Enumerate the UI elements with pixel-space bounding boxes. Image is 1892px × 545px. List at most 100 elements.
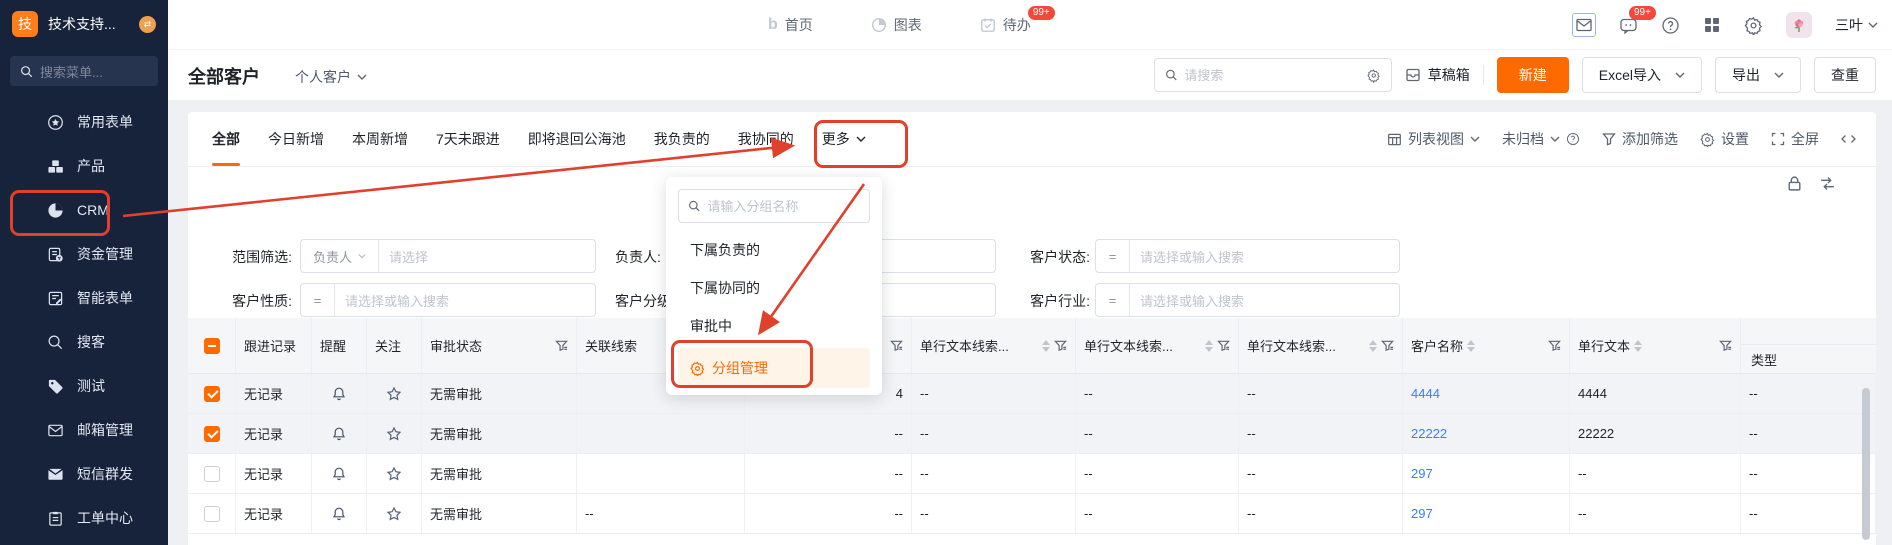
- search-settings-gear-icon[interactable]: [1367, 68, 1380, 83]
- column-filter-icon[interactable]: [1381, 339, 1394, 352]
- export-button[interactable]: 导出: [1715, 57, 1801, 93]
- col-remind[interactable]: 提醒: [312, 318, 367, 373]
- star-icon[interactable]: [386, 426, 402, 442]
- col-type[interactable]: 类型: [1741, 318, 1876, 373]
- sort-icon[interactable]: [1369, 340, 1377, 352]
- user-menu[interactable]: 三叶: [1835, 15, 1878, 35]
- menu-item-group-management[interactable]: 分组管理: [678, 348, 870, 388]
- dedupe-button[interactable]: 查重: [1814, 57, 1876, 93]
- sidebar-item-smart-forms[interactable]: 智能表单: [0, 276, 168, 320]
- column-filter-icon[interactable]: [1217, 339, 1230, 352]
- table-settings-button[interactable]: 设置: [1700, 129, 1749, 149]
- select-all-checkbox[interactable]: [204, 338, 220, 354]
- view-mode-select[interactable]: 列表视图: [1387, 129, 1480, 149]
- sort-icon[interactable]: [1042, 340, 1050, 352]
- tab-my-collaborated[interactable]: 我协同的: [738, 129, 794, 149]
- scope-filter-input[interactable]: 负责人 请选择: [300, 239, 596, 273]
- bell-icon[interactable]: [331, 386, 347, 402]
- bell-icon[interactable]: [331, 506, 347, 522]
- sidebar-search-input[interactable]: 搜索菜单...: [10, 56, 158, 86]
- view-selector[interactable]: 个人客户: [295, 67, 367, 87]
- row-checkbox[interactable]: [204, 426, 220, 442]
- star-icon[interactable]: [386, 386, 402, 402]
- bell-icon[interactable]: [331, 426, 347, 442]
- code-view-button[interactable]: [1841, 132, 1856, 146]
- lock-icon[interactable]: [1786, 175, 1803, 192]
- sidebar-item-funds[interactable]: 资金管理: [0, 232, 168, 276]
- row-checkbox[interactable]: [204, 506, 220, 522]
- workspace-header[interactable]: 技 技术支持... ⇄: [0, 0, 168, 48]
- customer-name-link[interactable]: 297: [1411, 506, 1433, 521]
- sort-icon[interactable]: [1205, 340, 1213, 352]
- sidebar-item-work-orders[interactable]: 工单中心: [0, 496, 168, 540]
- swap-arrows-icon[interactable]: [1819, 175, 1836, 192]
- col-single-text[interactable]: 单行文本: [1570, 318, 1741, 373]
- sort-icon[interactable]: [1634, 340, 1642, 352]
- equals-operator[interactable]: =: [1096, 284, 1130, 316]
- sidebar-item-test[interactable]: 测试: [0, 364, 168, 408]
- row-checkbox[interactable]: [204, 386, 220, 402]
- archive-state-select[interactable]: 未归档: [1502, 129, 1580, 149]
- sidebar-item-email[interactable]: 邮箱管理: [0, 408, 168, 452]
- star-icon[interactable]: [386, 466, 402, 482]
- customer-status-input[interactable]: = 请选择或输入搜索: [1095, 239, 1400, 273]
- add-filter-button[interactable]: 添加筛选: [1602, 129, 1678, 149]
- help-icon[interactable]: [1661, 16, 1680, 35]
- col-text-lead-2[interactable]: 单行文本线索...: [1076, 318, 1239, 373]
- tab-more[interactable]: 更多: [822, 129, 866, 149]
- sidebar-item-prospecting[interactable]: 搜客: [0, 320, 168, 364]
- draft-box-button[interactable]: 草稿箱: [1405, 65, 1470, 85]
- tab-new-today[interactable]: 今日新增: [268, 129, 324, 149]
- bell-icon[interactable]: [331, 466, 347, 482]
- row-checkbox[interactable]: [204, 466, 220, 482]
- menu-item-in-approval[interactable]: 审批中: [678, 307, 870, 345]
- col-customer-name[interactable]: 客户名称: [1403, 318, 1570, 373]
- customer-nature-input[interactable]: = 请选择或输入搜索: [300, 283, 596, 317]
- column-filter-icon[interactable]: [1719, 339, 1732, 352]
- col-text-lead-3[interactable]: 单行文本线索...: [1239, 318, 1403, 373]
- sidebar-item-crm[interactable]: CRM: [0, 188, 168, 232]
- sidebar-item-sms[interactable]: 短信群发: [0, 452, 168, 496]
- follow-record-cell[interactable]: 无记录: [236, 454, 312, 493]
- equals-operator[interactable]: =: [301, 284, 335, 316]
- avatar[interactable]: [1786, 12, 1812, 38]
- column-filter-icon[interactable]: [1054, 339, 1067, 352]
- column-filter-icon[interactable]: [890, 339, 903, 352]
- switch-workspace-icon[interactable]: ⇄: [139, 16, 156, 33]
- col-follow-record[interactable]: 跟进记录: [236, 318, 312, 373]
- apps-grid-icon[interactable]: [1703, 16, 1721, 34]
- col-approval-status[interactable]: 审批状态: [422, 318, 577, 373]
- fullscreen-button[interactable]: 全屏: [1771, 129, 1819, 149]
- customer-industry-input[interactable]: = 请选择或输入搜索: [1095, 283, 1400, 317]
- nav-charts[interactable]: 图表: [871, 15, 922, 35]
- tab-new-this-week[interactable]: 本周新增: [352, 129, 408, 149]
- col-watch[interactable]: 关注: [367, 318, 422, 373]
- chat-icon[interactable]: 99+: [1619, 16, 1638, 35]
- menu-item-subordinate-responsible[interactable]: 下属负责的: [678, 231, 870, 269]
- equals-operator[interactable]: =: [1096, 240, 1130, 272]
- follow-record-cell[interactable]: 无记录: [236, 494, 312, 533]
- menu-item-subordinate-collaborated[interactable]: 下属协同的: [678, 269, 870, 307]
- star-icon[interactable]: [386, 506, 402, 522]
- customer-name-link[interactable]: 4444: [1411, 386, 1440, 401]
- gear-icon[interactable]: [1744, 16, 1763, 35]
- excel-import-button[interactable]: Excel导入: [1582, 57, 1702, 93]
- follow-record-cell[interactable]: 无记录: [236, 374, 312, 413]
- tab-all[interactable]: 全部: [212, 129, 240, 149]
- customer-name-link[interactable]: 22222: [1411, 426, 1447, 441]
- list-search-input[interactable]: [1184, 68, 1360, 83]
- tab-my-responsible[interactable]: 我负责的: [654, 129, 710, 149]
- tab-returning-to-pool[interactable]: 即将退回公海池: [528, 129, 626, 149]
- nav-todo[interactable]: 待办 99+: [980, 15, 1031, 35]
- scope-prefix-select[interactable]: 负责人: [301, 240, 379, 272]
- sort-icon[interactable]: [1467, 340, 1475, 352]
- new-button[interactable]: 新建: [1497, 57, 1569, 93]
- follow-record-cell[interactable]: 无记录: [236, 414, 312, 453]
- column-filter-icon[interactable]: [1548, 339, 1561, 352]
- tab-no-follow-7d[interactable]: 7天未跟进: [436, 129, 500, 149]
- customer-name-link[interactable]: 297: [1411, 466, 1433, 481]
- col-text-lead-1[interactable]: 单行文本线索...: [912, 318, 1076, 373]
- sidebar-item-products[interactable]: 产品: [0, 144, 168, 188]
- sidebar-item-common-forms[interactable]: 常用表单: [0, 100, 168, 144]
- vertical-scrollbar[interactable]: [1862, 388, 1870, 540]
